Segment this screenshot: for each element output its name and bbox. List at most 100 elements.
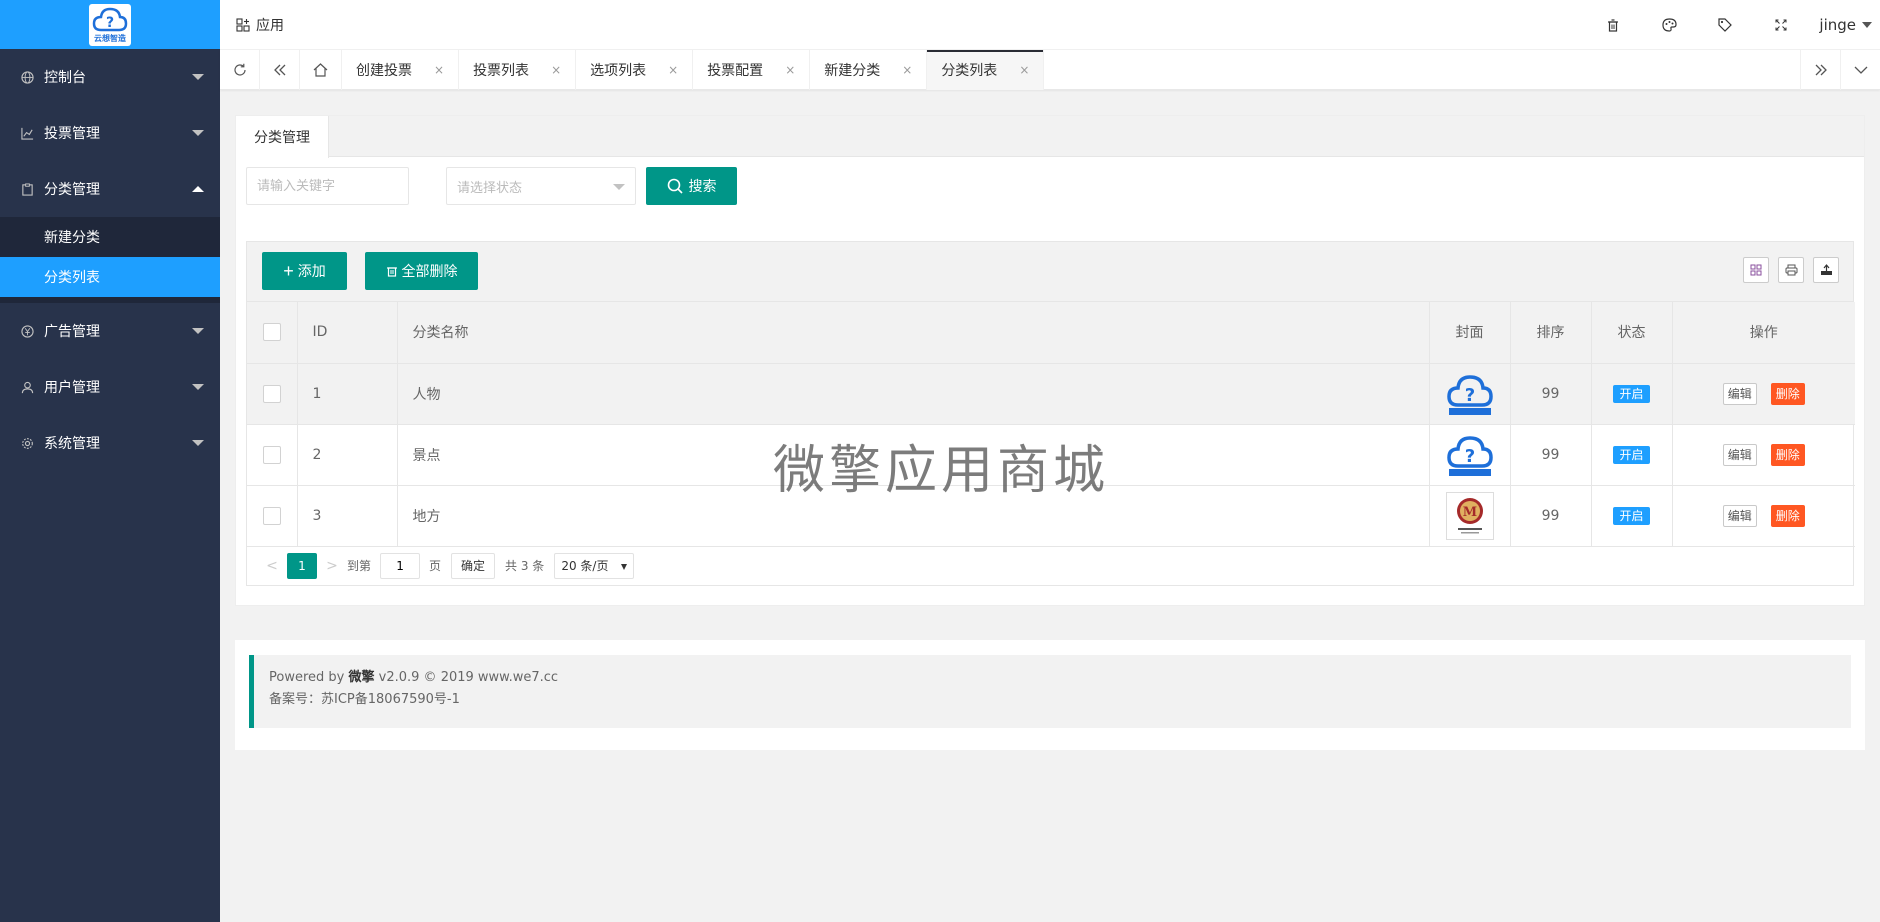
app-link[interactable]: 应用 — [236, 0, 284, 50]
tab-label: 分类列表 — [941, 63, 998, 79]
select-all-checkbox[interactable] — [262, 323, 281, 342]
edit-button[interactable]: 编辑 — [1722, 382, 1757, 405]
tab-category-list[interactable]: 分类列表 × — [927, 50, 1045, 90]
prev-page-icon[interactable]: < — [257, 558, 287, 574]
cell-actions: 编辑 删除 — [1672, 424, 1855, 486]
status-badge[interactable]: 开启 — [1613, 445, 1650, 464]
logo-area[interactable]: ? 云想智造 — [0, 0, 220, 49]
status-badge[interactable]: 开启 — [1613, 384, 1650, 403]
cover-image[interactable]: ? — [1446, 370, 1494, 418]
columns-filter-button[interactable] — [1743, 257, 1769, 283]
table-row[interactable]: 3 地方 M 99 开启 编辑 删除 — [247, 485, 1855, 547]
tag-button[interactable] — [1697, 0, 1753, 50]
search-row: 请选择状态 搜索 — [246, 167, 737, 205]
subnav-item-new-category[interactable]: 新建分类 — [0, 217, 220, 257]
sidebar-item-category[interactable]: 分类管理 — [0, 161, 220, 217]
search-button[interactable]: 搜索 — [646, 167, 737, 205]
delete-button[interactable]: 删除 — [1770, 443, 1805, 466]
subnav-category: 新建分类 分类列表 — [0, 217, 220, 303]
cover-image[interactable]: M — [1445, 491, 1494, 540]
tabs-menu-button[interactable] — [1840, 50, 1880, 90]
row-checkbox[interactable] — [262, 384, 281, 403]
theme-button[interactable] — [1641, 0, 1697, 50]
refresh-button[interactable] — [220, 50, 260, 90]
sidebar-item-label: 广告管理 — [44, 324, 100, 340]
close-icon[interactable]: × — [668, 63, 678, 77]
sidebar-item-system[interactable]: 系统管理 — [0, 415, 220, 471]
tab-vote-list[interactable]: 投票列表 × — [459, 50, 577, 90]
keyword-input[interactable] — [246, 167, 409, 205]
column-header-name[interactable]: 分类名称 — [397, 302, 1430, 364]
table-row[interactable]: 2 景点 ? 99 开启 编辑 删除 — [247, 424, 1855, 486]
scroll-right-button[interactable] — [1800, 50, 1840, 90]
cell-id: 2 — [297, 424, 398, 486]
svg-text:?: ? — [1464, 446, 1474, 467]
goto-page-input[interactable] — [380, 552, 421, 579]
home-tab[interactable] — [300, 50, 342, 90]
subnav-item-category-list[interactable]: 分类列表 — [0, 257, 220, 297]
data-table: + 添加 全部删除 ID 分类名称 封面 排序 状态 操作 1 人物 ? 99 … — [246, 241, 1855, 586]
delete-button[interactable]: 删除 — [1770, 504, 1805, 527]
tab-label: 新建分类 — [824, 63, 881, 79]
status-select[interactable]: 请选择状态 — [446, 167, 636, 205]
tab-create-vote[interactable]: 创建投票 × — [342, 50, 460, 90]
badge-logo-icon: M — [1456, 497, 1483, 533]
clear-cache-button[interactable] — [1585, 0, 1641, 50]
caret-down-icon — [192, 328, 204, 334]
sidebar-item-users[interactable]: 用户管理 — [0, 359, 220, 415]
close-icon[interactable]: × — [1019, 63, 1029, 77]
category-table: ID 分类名称 封面 排序 状态 操作 1 人物 ? 99 开启 编辑 删除 2… — [247, 302, 1855, 547]
fullscreen-button[interactable] — [1753, 0, 1809, 50]
table-tool-icons — [1734, 257, 1839, 283]
column-header-id[interactable]: ID — [297, 302, 398, 364]
close-icon[interactable]: × — [902, 63, 912, 77]
table-row[interactable]: 1 人物 ? 99 开启 编辑 删除 — [247, 363, 1855, 425]
column-header-sort[interactable]: 排序 — [1510, 302, 1592, 364]
sidebar-item-label: 系统管理 — [44, 436, 100, 452]
footer-quote: Powered by 微擎 v2.0.9 © 2019 www.we7.cc 备… — [249, 655, 1851, 728]
delete-button[interactable]: 删除 — [1770, 382, 1805, 405]
sidebar-item-vote[interactable]: 投票管理 — [0, 105, 220, 161]
footer: Powered by 微擎 v2.0.9 © 2019 www.we7.cc 备… — [235, 640, 1865, 750]
search-icon — [667, 178, 683, 194]
cover-image[interactable]: ? — [1446, 431, 1494, 479]
page-size-select[interactable]: 20 条/页 — [554, 552, 635, 579]
close-icon[interactable]: × — [785, 63, 795, 77]
row-select-cell — [247, 363, 298, 425]
tab-option-list[interactable]: 选项列表 × — [576, 50, 694, 90]
cloud-logo-icon: ? — [1446, 435, 1493, 476]
row-checkbox[interactable] — [262, 445, 281, 464]
cell-cover: M — [1429, 485, 1511, 547]
logo-text: 云想智造 — [94, 34, 126, 43]
column-header-cover[interactable]: 封面 — [1429, 302, 1511, 364]
header-actions: jinge — [1585, 0, 1880, 50]
status-badge[interactable]: 开启 — [1613, 506, 1650, 525]
current-page[interactable]: 1 — [287, 552, 317, 579]
user-menu[interactable]: jinge — [1809, 0, 1880, 50]
card-tab-category[interactable]: 分类管理 — [236, 116, 329, 158]
column-header-status[interactable]: 状态 — [1591, 302, 1673, 364]
app-link-label: 应用 — [256, 18, 284, 34]
next-page-icon[interactable]: > — [317, 558, 347, 574]
cell-name: 景点 — [397, 424, 1430, 486]
export-button[interactable] — [1813, 257, 1839, 283]
cell-id: 3 — [297, 485, 398, 547]
home-icon — [313, 63, 328, 77]
delete-all-button[interactable]: 全部删除 — [365, 252, 478, 290]
tab-vote-config[interactable]: 投票配置 × — [693, 50, 811, 90]
tab-new-category[interactable]: 新建分类 × — [810, 50, 928, 90]
row-checkbox[interactable] — [262, 506, 281, 525]
print-button[interactable] — [1778, 257, 1804, 283]
close-icon[interactable]: × — [434, 63, 444, 77]
gear-icon — [20, 436, 34, 450]
scroll-left-button[interactable] — [260, 50, 300, 90]
add-button[interactable]: + 添加 — [262, 252, 347, 290]
user-icon — [20, 380, 34, 394]
sidebar-item-console[interactable]: 控制台 — [0, 49, 220, 105]
close-icon[interactable]: × — [551, 63, 561, 77]
sidebar-item-ads[interactable]: 广告管理 — [0, 303, 220, 359]
edit-button[interactable]: 编辑 — [1722, 443, 1757, 466]
goto-confirm-button[interactable]: 确定 — [451, 552, 496, 579]
tag-icon — [1718, 18, 1733, 32]
edit-button[interactable]: 编辑 — [1722, 504, 1757, 527]
